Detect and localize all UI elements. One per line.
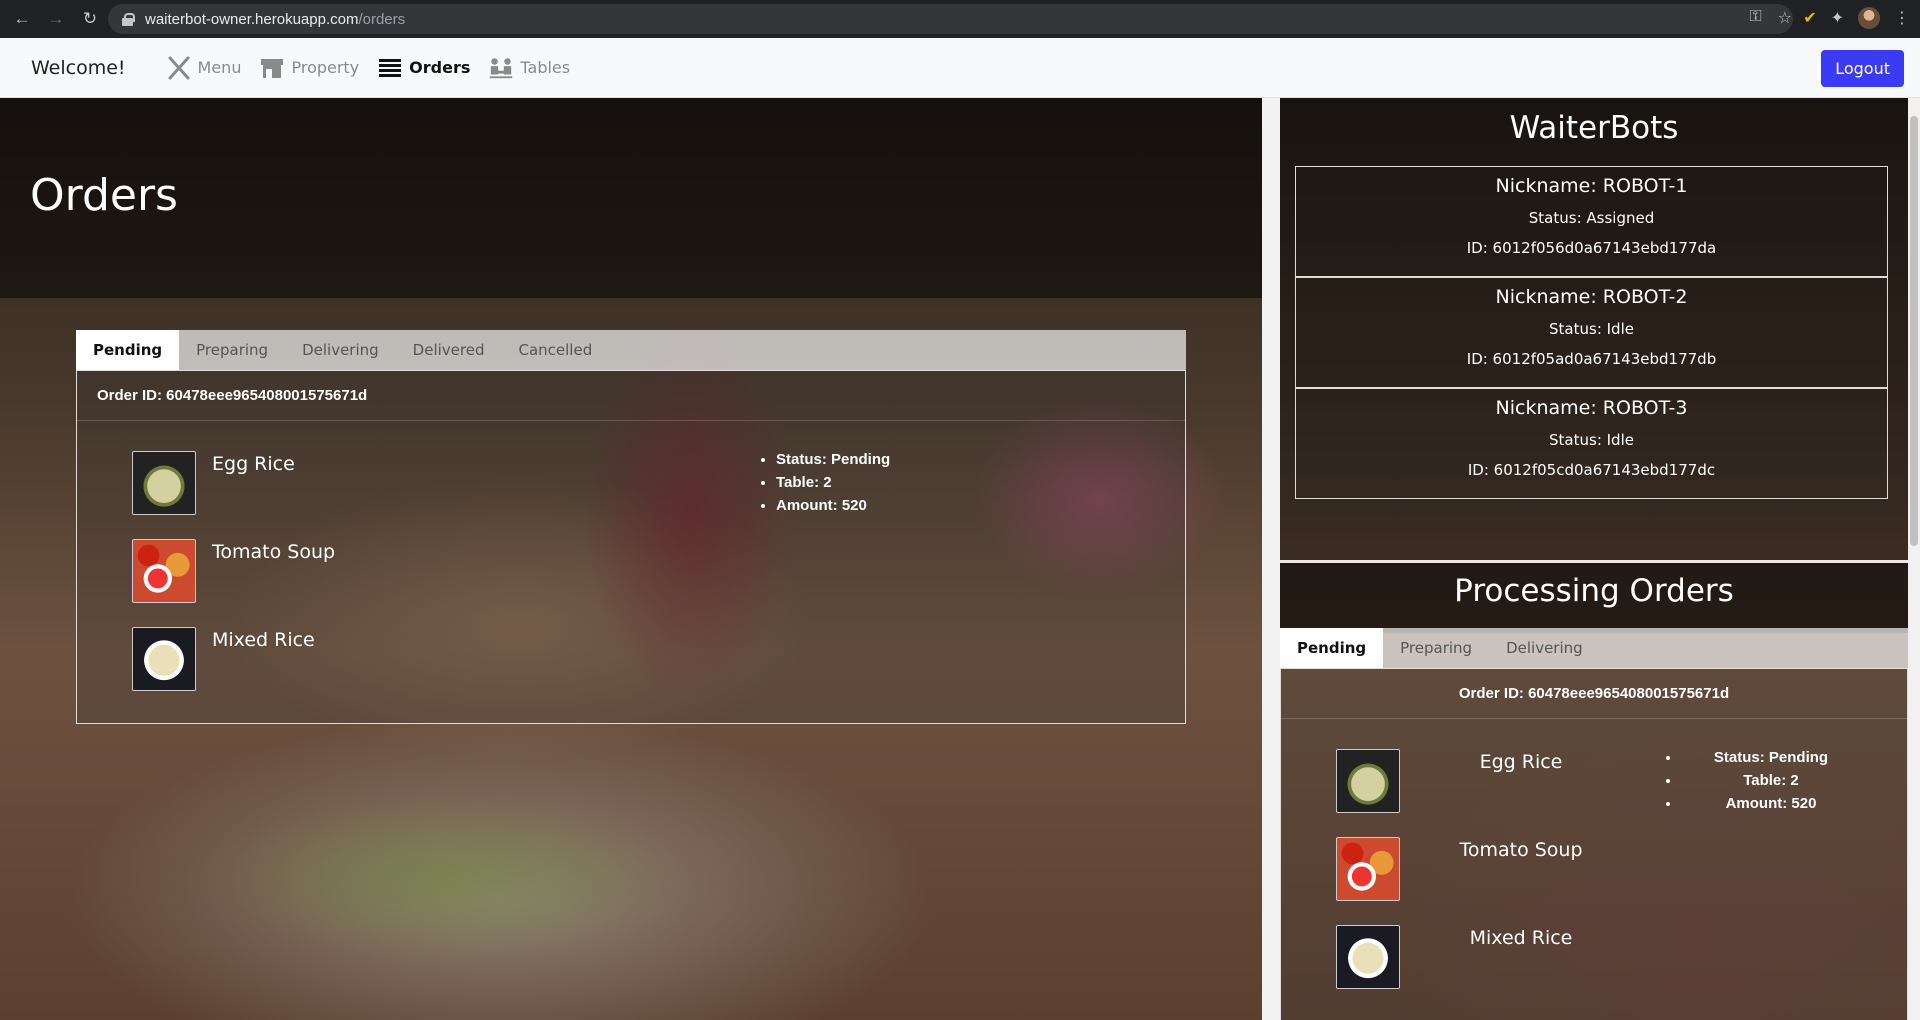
order-amount: Amount: 520: [776, 497, 890, 514]
egg-rice-image: [1336, 749, 1400, 813]
robot-card: Nickname: ROBOT-2 Status: Idle ID: 6012f…: [1295, 277, 1888, 388]
utensils-icon: [166, 55, 192, 81]
robot-id: ID: 6012f05cd0a67143ebd177dc: [1467, 461, 1716, 479]
processing-card: Pending Preparing Delivering Order ID: 6…: [1280, 628, 1908, 1020]
order-panel: Order ID: 60478eee965408001575671d Egg R…: [76, 370, 1186, 724]
mixed-rice-image: [1336, 925, 1400, 989]
url-path: /orders: [358, 10, 406, 28]
item-name: Egg Rice: [212, 453, 295, 475]
order-amount: Amount: 520: [1681, 795, 1861, 812]
list-item: Mixed Rice: [132, 627, 1185, 715]
robot-card: Nickname: ROBOT-1 Status: Assigned ID: 6…: [1295, 166, 1888, 277]
order-table: Table: 2: [1681, 772, 1861, 789]
key-icon[interactable]: ⚿: [1749, 8, 1761, 28]
sidebar-scrollbar[interactable]: [1908, 98, 1920, 1020]
list-item: Egg Rice: [132, 451, 1185, 539]
tab-cancelled[interactable]: Cancelled: [501, 330, 609, 370]
robot-id: ID: 6012f056d0a67143ebd177da: [1466, 239, 1717, 257]
extension-check-icon[interactable]: ✔: [1803, 8, 1816, 28]
order-details: Status: Pending Table: 2 Amount: 520: [1681, 749, 1861, 818]
list-icon: [377, 55, 403, 81]
order-status: Status: Pending: [1681, 749, 1861, 766]
order-status: Status: Pending: [776, 451, 890, 468]
page-title: Orders: [30, 170, 178, 221]
address-bar[interactable]: waiterbot-owner.herokuapp.com/orders: [108, 4, 1793, 34]
item-name: Tomato Soup: [1459, 839, 1583, 861]
orders-header: Orders: [0, 98, 1262, 298]
tab-delivering[interactable]: Delivering: [1489, 628, 1600, 668]
list-item: Mixed Rice: [1336, 925, 1907, 1013]
robot-nickname: Nickname: ROBOT-3: [1495, 397, 1688, 419]
store-icon: [259, 55, 285, 81]
list-item: Tomato Soup: [1336, 837, 1907, 925]
order-id: Order ID: 60478eee965408001575671d: [1281, 669, 1907, 719]
waiterbots-title: WaiterBots: [1509, 110, 1679, 146]
robot-status: Status: Assigned: [1528, 209, 1655, 227]
profile-avatar[interactable]: [1858, 7, 1880, 29]
nav-link-label: Menu: [197, 58, 242, 77]
pane-divider: [1262, 98, 1280, 1020]
orders-card: Pending Preparing Delivering Delivered C…: [76, 330, 1186, 724]
robot-nickname: Nickname: ROBOT-2: [1495, 286, 1688, 308]
item-name: Mixed Rice: [212, 629, 315, 651]
order-id: Order ID: 60478eee965408001575671d: [77, 371, 1185, 421]
reload-icon[interactable]: ↻: [76, 5, 104, 33]
back-icon[interactable]: ←: [8, 5, 36, 33]
mixed-rice-image: [132, 627, 196, 691]
robot-status: Status: Idle: [1549, 320, 1634, 338]
tab-preparing[interactable]: Preparing: [1383, 628, 1489, 668]
egg-rice-image: [132, 451, 196, 515]
puzzle-icon[interactable]: ✦: [1831, 8, 1844, 28]
tab-pending[interactable]: Pending: [76, 330, 180, 370]
list-item: Tomato Soup: [132, 539, 1185, 627]
tomato-soup-image: [132, 539, 196, 603]
item-name: Egg Rice: [1479, 751, 1563, 773]
people-table-icon: [488, 55, 514, 81]
orders-tabs: Pending Preparing Delivering Delivered C…: [76, 330, 1186, 370]
star-icon[interactable]: ☆: [1778, 8, 1792, 28]
nav-link-orders[interactable]: Orders: [377, 55, 470, 81]
nav-link-tables[interactable]: Tables: [488, 55, 570, 81]
kebab-menu-icon[interactable]: ⋮: [1894, 8, 1910, 28]
logout-button[interactable]: Logout: [1821, 50, 1904, 87]
right-sidebar: WaiterBots Nickname: ROBOT-1 Status: Ass…: [1280, 98, 1908, 1020]
scrollbar-thumb[interactable]: [1910, 116, 1918, 546]
order-details: Status: Pending Table: 2 Amount: 520: [776, 451, 890, 520]
tab-pending[interactable]: Pending: [1280, 628, 1384, 668]
order-table: Table: 2: [776, 474, 890, 491]
tab-delivered[interactable]: Delivered: [396, 330, 502, 370]
robot-status: Status: Idle: [1549, 431, 1634, 449]
app-navbar: Welcome! Menu Property Orders Tables Log…: [0, 38, 1920, 98]
processing-title: Processing Orders: [1454, 573, 1734, 609]
browser-toolbar: ← → ↻ waiterbot-owner.herokuapp.com/orde…: [0, 0, 1920, 38]
tomato-soup-image: [1336, 837, 1400, 901]
robot-nickname: Nickname: ROBOT-1: [1495, 175, 1688, 197]
item-name: Tomato Soup: [212, 541, 336, 563]
lock-icon: [122, 12, 135, 26]
nav-link-property[interactable]: Property: [259, 55, 359, 81]
processing-order-panel: Order ID: 60478eee965408001575671d Egg R…: [1280, 668, 1908, 1020]
nav-link-menu[interactable]: Menu: [166, 55, 242, 81]
orders-pane: Orders Pending Preparing Delivering Deli…: [0, 98, 1262, 1020]
item-name: Mixed Rice: [1469, 927, 1573, 949]
forward-icon[interactable]: →: [42, 5, 70, 33]
nav-link-label: Property: [291, 58, 360, 77]
order-items: Egg Rice Tomato Soup Mixed Rice Status: …: [77, 421, 1185, 715]
tab-preparing[interactable]: Preparing: [179, 330, 285, 370]
robot-card: Nickname: ROBOT-3 Status: Idle ID: 6012f…: [1295, 388, 1888, 499]
tab-delivering[interactable]: Delivering: [285, 330, 396, 370]
url-host: waiterbot-owner.herokuapp.com: [145, 10, 359, 28]
processing-tabs: Pending Preparing Delivering: [1280, 628, 1908, 668]
order-items: Egg Rice Tomato Soup Mixed Rice Status: …: [1281, 719, 1907, 1013]
navbar-brand[interactable]: Welcome!: [31, 57, 126, 79]
nav-link-label: Tables: [520, 58, 571, 77]
robot-id: ID: 6012f05ad0a67143ebd177db: [1466, 350, 1717, 368]
nav-link-label: Orders: [409, 58, 471, 77]
